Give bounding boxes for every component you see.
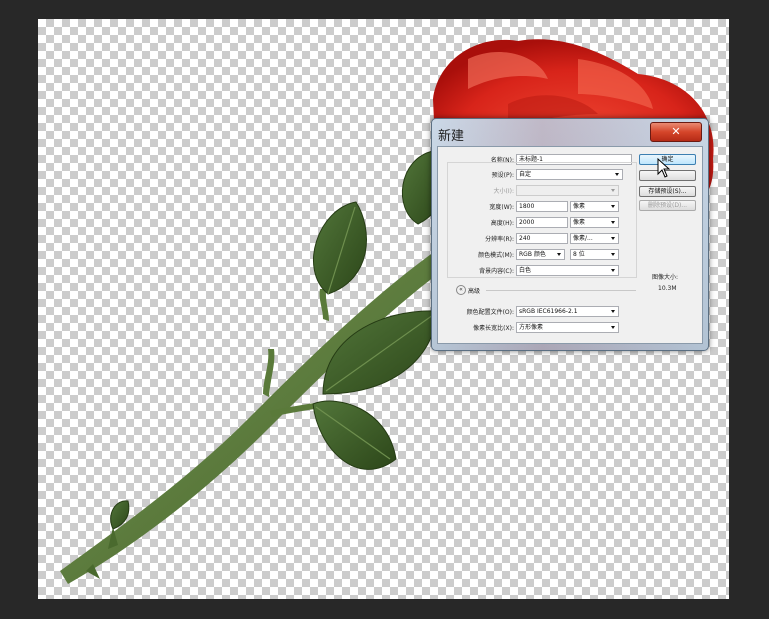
image-size-value: 10.3M bbox=[658, 285, 677, 292]
preset-select[interactable]: 自定 bbox=[516, 169, 623, 180]
height-unit-select[interactable]: 像素 bbox=[570, 217, 619, 228]
height-input[interactable]: 2000 bbox=[516, 217, 568, 228]
preset-label: 预设(P): bbox=[491, 172, 514, 179]
size-label: 大小(I): bbox=[493, 188, 514, 195]
color-mode-label: 颜色模式(M): bbox=[478, 252, 514, 259]
delete-preset-button[interactable]: 删除预设(D)... bbox=[639, 200, 696, 211]
height-label: 高度(H): bbox=[490, 220, 514, 227]
collapse-icon[interactable]: « bbox=[456, 285, 466, 295]
dialog-title: 新建 bbox=[438, 129, 465, 144]
mouse-cursor-icon bbox=[657, 158, 671, 178]
pixel-aspect-label: 像素长宽比(X): bbox=[473, 325, 514, 332]
color-mode-select[interactable]: RGB 颜色 bbox=[516, 249, 565, 260]
color-profile-label: 颜色配置文件(O): bbox=[466, 309, 514, 316]
width-input[interactable]: 1800 bbox=[516, 201, 568, 212]
stem bbox=[60, 249, 458, 584]
background-select[interactable]: 白色 bbox=[516, 265, 619, 276]
close-icon[interactable]: ✕ bbox=[650, 122, 702, 142]
leaf bbox=[312, 201, 367, 295]
bit-depth-select[interactable]: 8 位 bbox=[570, 249, 619, 260]
image-size-label: 图像大小: bbox=[652, 274, 679, 281]
leaf bbox=[312, 400, 397, 470]
width-unit-select[interactable]: 像素 bbox=[570, 201, 619, 212]
color-profile-select[interactable]: sRGB IEC61966-2.1 bbox=[516, 306, 619, 317]
width-label: 宽度(W): bbox=[489, 204, 514, 211]
pixel-aspect-select[interactable]: 方形像素 bbox=[516, 322, 619, 333]
save-preset-button[interactable]: 存储预设(S)... bbox=[639, 186, 696, 197]
leaf bbox=[322, 310, 439, 395]
resolution-unit-select[interactable]: 像素/... bbox=[570, 233, 619, 244]
new-document-dialog: 新建 ✕ 名称(N): 未标题-1 预设(P): 自定 大小(I): 宽度(W)… bbox=[431, 118, 709, 351]
advanced-divider bbox=[486, 290, 636, 291]
resolution-input[interactable]: 240 bbox=[516, 233, 568, 244]
background-label: 背景内容(C): bbox=[479, 268, 514, 275]
resolution-label: 分辨率(R): bbox=[485, 236, 514, 243]
size-select[interactable] bbox=[516, 185, 619, 196]
advanced-label: 高级 bbox=[468, 288, 481, 295]
